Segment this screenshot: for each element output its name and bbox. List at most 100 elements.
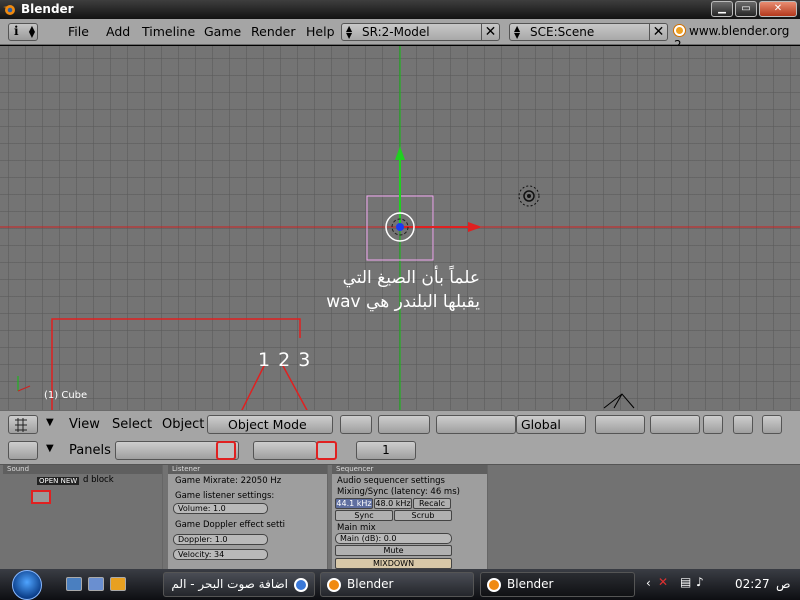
network-warning-icon[interactable]: ✕ <box>658 575 668 589</box>
layer-buttons-1[interactable] <box>595 415 645 434</box>
updown-icon: ▲ ▼ <box>514 24 521 40</box>
velocity-slider[interactable]: Velocity: 34 <box>173 549 268 560</box>
pivot-selector[interactable] <box>378 415 430 434</box>
task-blender-1[interactable]: Blender <box>320 572 474 597</box>
editor-type-selector[interactable] <box>8 441 38 460</box>
frame-field[interactable]: 1 <box>356 441 416 460</box>
title-bar: Blender ▁ ▭ ✕ <box>0 0 800 19</box>
lock-icon[interactable] <box>703 415 723 434</box>
editor-type-selector[interactable] <box>8 415 38 434</box>
draw-type-selector[interactable] <box>340 415 372 434</box>
menu-file[interactable]: File <box>68 24 89 39</box>
menu-object[interactable]: Object <box>162 417 204 432</box>
volume-label: Volume: 1.0 <box>178 504 226 513</box>
3d-view-header: ▼ View Select Object Object Mode Global <box>0 410 800 437</box>
blender-logo-icon <box>674 25 685 36</box>
system-tray: ‹ ✕ ▤ ♪ 02:27 ص <box>640 569 800 600</box>
render-icon[interactable] <box>762 415 782 434</box>
scene-selector[interactable]: ▲ ▼ SCE:Scene ✕ <box>509 23 668 41</box>
media-player-icon[interactable] <box>110 577 126 591</box>
annotation-text: علماً بأن الصيغ التي يقبلها البلندر هي w… <box>300 266 480 314</box>
lamp-center <box>527 194 531 198</box>
main-db-label: Main (dB): 0.0 <box>340 534 397 543</box>
mute-button[interactable]: Mute <box>335 545 452 556</box>
open-new-button[interactable] <box>31 490 51 504</box>
recalc-button[interactable]: Recalc <box>413 498 451 509</box>
sync-label: Sync <box>354 511 374 520</box>
mode-selector[interactable]: Object Mode <box>207 415 333 434</box>
subcontext-buttons[interactable] <box>253 441 317 460</box>
mixdown-button[interactable]: MIXDOWN <box>335 558 452 569</box>
maximize-button[interactable]: ▭ <box>735 1 757 17</box>
manipulator-toggles[interactable] <box>436 415 516 434</box>
sound-context-button[interactable] <box>216 441 236 460</box>
doppler-settings-text: Game Doppler effect setti <box>175 520 286 530</box>
scrub-label: Scrub <box>411 511 435 520</box>
ie-icon <box>294 578 308 592</box>
task-browser[interactable]: اضافة صوت البحر - الم <box>163 572 315 597</box>
rate-44-button[interactable]: 44.1 kHz <box>335 498 373 509</box>
sync-button[interactable]: Sync <box>335 510 393 521</box>
menu-game[interactable]: Game <box>204 24 241 39</box>
recalc-label: Recalc <box>418 499 446 508</box>
menu-select[interactable]: Select <box>112 417 152 432</box>
menu-timeline[interactable]: Timeline <box>142 24 195 39</box>
listener-settings-text: Game listener settings: <box>175 491 275 501</box>
collapse-arrow-icon[interactable]: ▼ <box>46 417 54 428</box>
close-icon[interactable]: ✕ <box>481 23 499 41</box>
menu-render[interactable]: Render <box>251 24 296 39</box>
close-icon[interactable]: ✕ <box>649 23 667 41</box>
3d-viewport[interactable]: علماً بأن الصيغ التي يقبلها البلندر هي w… <box>0 46 800 410</box>
screen-name: SR:2-Model <box>362 25 430 39</box>
orientation-selector[interactable]: Global <box>516 415 586 434</box>
screen-selector[interactable]: ▲ ▼ SR:2-Model ✕ <box>341 23 500 41</box>
camera-edge <box>613 393 623 409</box>
start-button[interactable] <box>12 570 42 600</box>
clock-ampm: ص <box>776 577 791 591</box>
window-type-selector[interactable]: i ▲ ▼ <box>8 23 38 41</box>
task-blender-2[interactable]: Blender <box>480 572 635 597</box>
switch-windows-icon[interactable] <box>88 577 104 591</box>
rate-48-label: 48.0 kHz <box>375 499 411 508</box>
sound-subcontext-button[interactable] <box>316 441 337 460</box>
doppler-slider[interactable]: Doppler: 1.0 <box>173 534 268 545</box>
arrow-y-icon[interactable] <box>395 146 405 160</box>
blender-logo-icon <box>3 5 15 15</box>
viewport-overlay <box>0 46 800 410</box>
rate-48-button[interactable]: 48.0 kHz <box>374 498 412 509</box>
mixrate-text: Game Mixrate: 22050 Hz <box>175 476 282 486</box>
minimize-button[interactable]: ▁ <box>711 1 733 17</box>
sequencer-panel-title: Sequencer <box>332 465 487 474</box>
menu-help[interactable]: Help <box>306 24 335 39</box>
annotation-line2: يقبلها البلندر هي wav <box>326 292 480 312</box>
show-desktop-icon[interactable] <box>66 577 82 591</box>
link-icon[interactable] <box>733 415 753 434</box>
arrow-x-icon[interactable] <box>468 222 482 232</box>
menu-add[interactable]: Add <box>106 24 130 39</box>
clock[interactable]: 02:27 <box>735 577 770 591</box>
window-title: Blender <box>21 2 74 16</box>
layer-buttons-2[interactable] <box>650 415 700 434</box>
scrub-button[interactable]: Scrub <box>394 510 452 521</box>
menu-view[interactable]: View <box>69 417 100 432</box>
grid-icon <box>15 418 27 432</box>
open-new-tooltip: OPEN NEW <box>37 477 80 485</box>
tray-expand-icon[interactable]: ‹ <box>646 576 651 590</box>
close-button[interactable]: ✕ <box>759 1 797 17</box>
listener-panel-title: Listener <box>168 465 327 474</box>
main-mix-text: Main mix <box>337 523 376 533</box>
blender-icon <box>327 578 341 592</box>
sound-panel-text: d block <box>83 475 114 485</box>
network-icon[interactable]: ▤ <box>680 575 691 589</box>
sound-panel: Sound d block OPEN NEW <box>3 465 163 569</box>
volume-icon[interactable]: ♪ <box>696 575 704 589</box>
main-db-slider[interactable]: Main (dB): 0.0 <box>335 533 452 544</box>
camera-icon[interactable] <box>603 393 635 409</box>
collapse-arrow-icon[interactable]: ▼ <box>46 443 54 454</box>
task-browser-label: اضافة صوت البحر - الم <box>171 577 288 591</box>
volume-slider[interactable]: Volume: 1.0 <box>173 503 268 514</box>
sequencer-panel: Sequencer Audio sequencer settings Mixin… <box>332 465 488 569</box>
task-blender-1-label: Blender <box>347 577 394 591</box>
updown-icon: ▲ ▼ <box>346 24 353 40</box>
object-origin-icon <box>396 223 404 231</box>
